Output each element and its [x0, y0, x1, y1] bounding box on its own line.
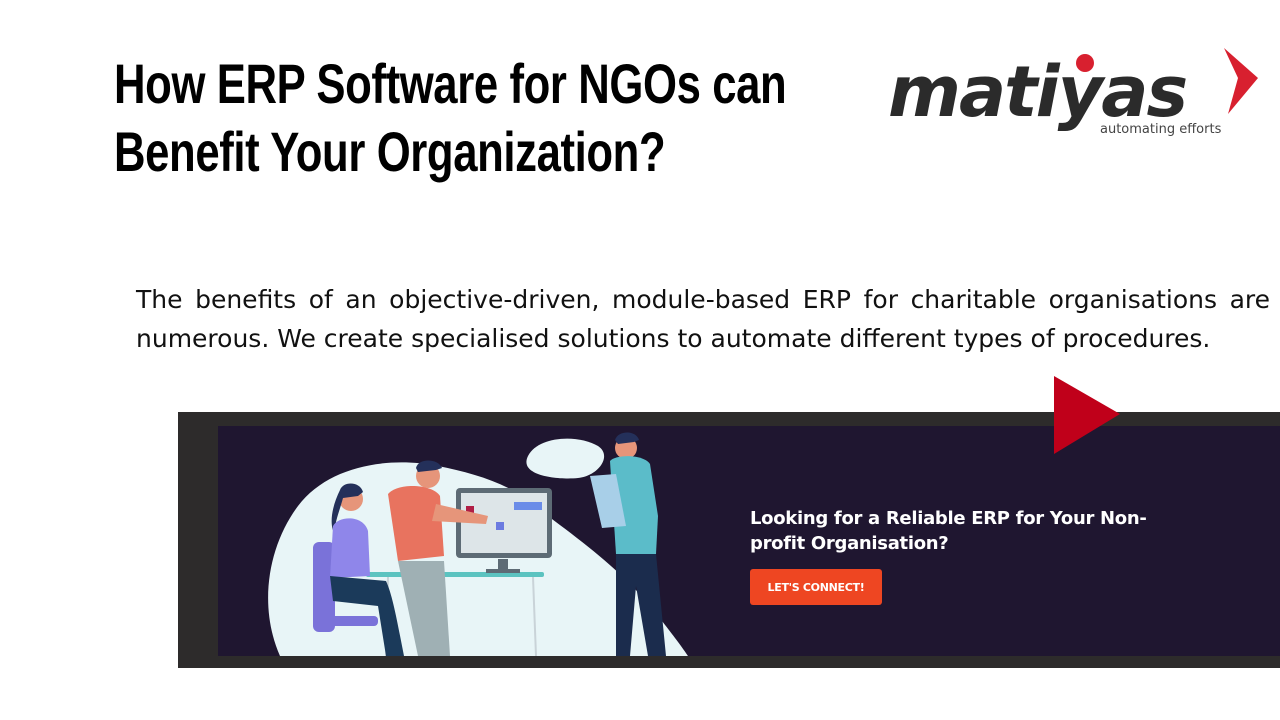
matiyas-logo: matiyas automating efforts [888, 44, 1268, 144]
lets-connect-button[interactable]: LET'S CONNECT! [750, 569, 882, 605]
play-icon[interactable] [1054, 376, 1122, 456]
cta-banner[interactable]: Looking for a Reliable ERP for Your Non-… [218, 426, 1280, 656]
logo-tagline: automating efforts [1100, 122, 1222, 137]
logo-wordmark: matiyas [888, 51, 1188, 133]
page-title: How ERP Software for NGOs can Benefit Yo… [114, 50, 787, 186]
title-line-1: How ERP Software for NGOs can [114, 52, 787, 115]
team-illustration [268, 432, 688, 656]
logo-dot-icon [1076, 54, 1094, 72]
background-blob-top [526, 438, 605, 479]
intro-paragraph: The benefits of an objective-driven, mod… [136, 285, 1270, 353]
banner-heading: Looking for a Reliable ERP for Your Non-… [750, 508, 1147, 554]
logo-chevron-icon [1224, 48, 1258, 114]
title-line-2: Benefit Your Organization? [114, 120, 666, 183]
